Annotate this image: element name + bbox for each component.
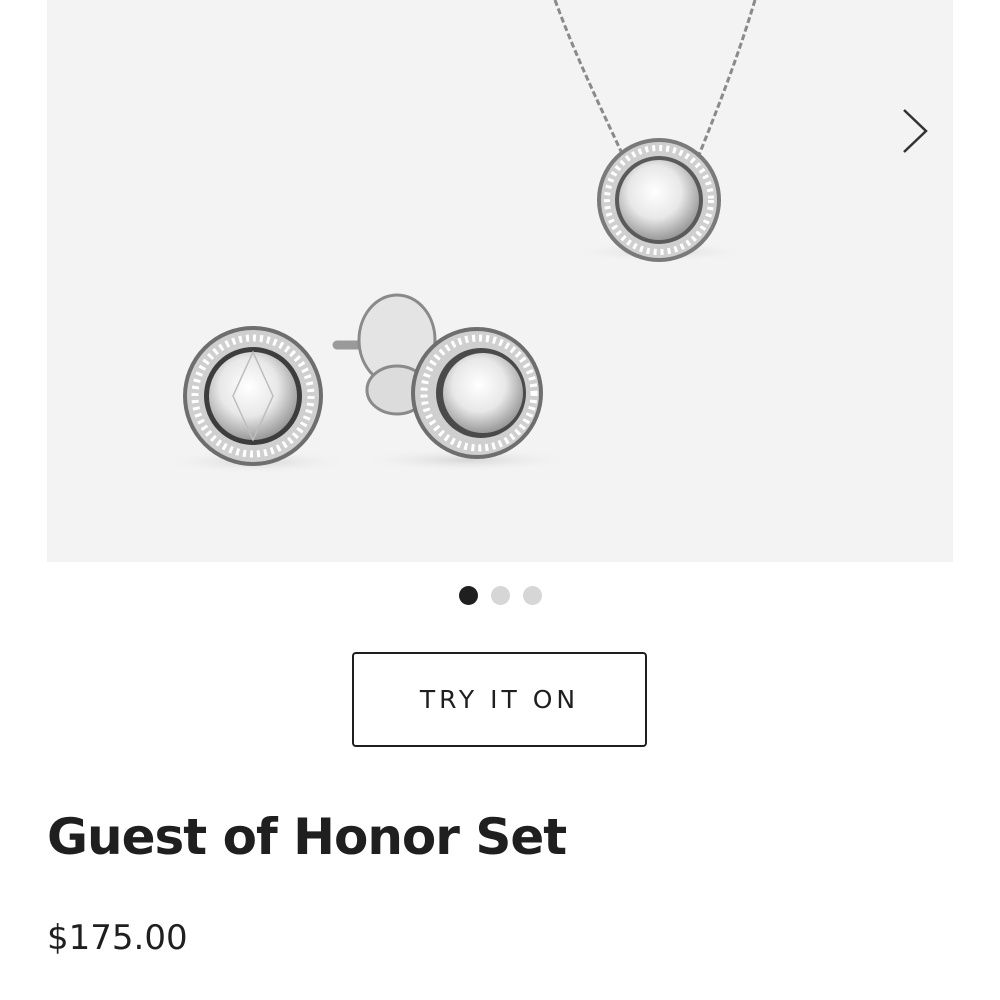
earring-side	[332, 293, 577, 472]
earring-front	[162, 326, 352, 474]
carousel-dot-3[interactable]	[522, 586, 542, 605]
carousel-dot-1[interactable]	[458, 586, 478, 605]
carousel-pagination	[0, 586, 1000, 605]
carousel-dot-2[interactable]	[490, 586, 510, 605]
necklace-pendant	[571, 138, 751, 262]
product-title: Guest of Honor Set	[47, 808, 567, 866]
carousel-next-button[interactable]	[895, 104, 935, 158]
chevron-right-icon	[903, 109, 928, 153]
product-image-carousel[interactable]	[47, 0, 953, 562]
try-it-on-button[interactable]: TRY IT ON	[352, 652, 647, 747]
product-image	[162, 0, 757, 474]
necklace-chain	[553, 0, 757, 161]
product-price: $175.00	[47, 918, 188, 958]
